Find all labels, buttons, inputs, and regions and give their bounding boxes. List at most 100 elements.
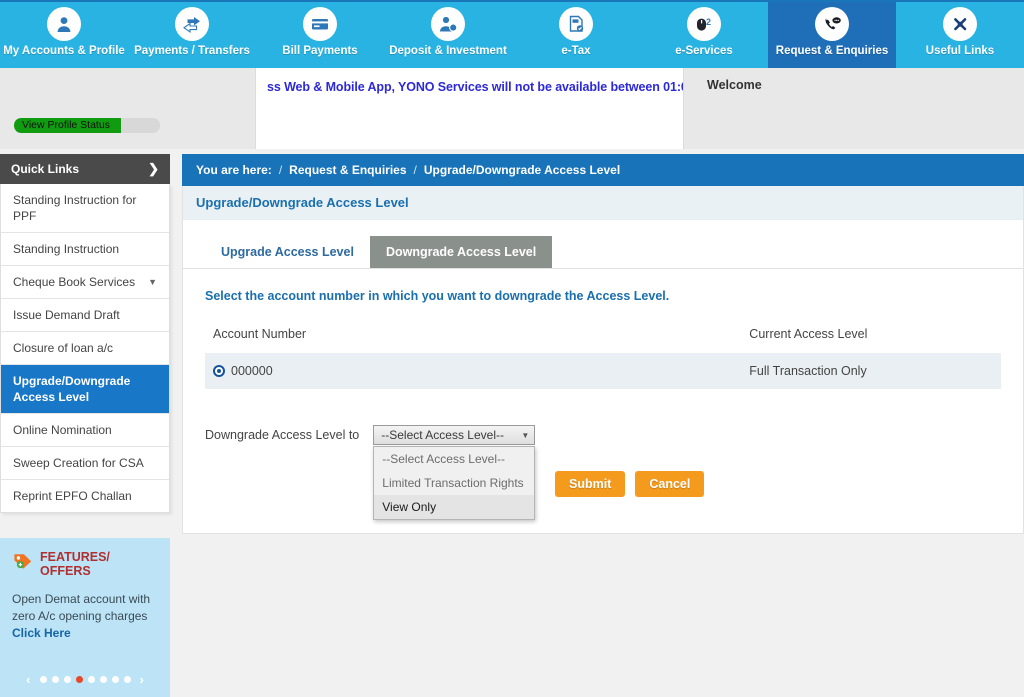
carousel-dot-8[interactable] [123,676,131,683]
sidebar-item-0[interactable]: Standing Instruction for PPF [1,184,169,233]
features-offers-title: FEATURES/ OFFERS [40,550,110,578]
cell-account-number: 000000 [205,353,332,389]
nav-item-e-services[interactable]: 2 e-Services [640,2,768,68]
svg-text:2: 2 [706,17,711,27]
column-header-current-access-level: Current Access Level [749,327,868,341]
chevron-down-icon: ▼ [521,430,530,440]
offer-line-2: zero A/c opening charges [12,609,148,623]
form-actions: Submit Cancel [555,471,705,497]
breadcrumb-prefix: You are here: [196,163,272,177]
sidebar-item-label: Cheque Book Services [13,275,136,289]
breadcrumb-separator: / [413,163,417,177]
cell-current-access-level: Full Transaction Only [331,353,1001,389]
chevron-down-icon: ▼ [148,277,157,287]
carousel-dot-1[interactable] [39,676,47,683]
sidebar-item-label: Standing Instruction for PPF [13,193,137,223]
offer-click-here-link[interactable]: Click Here [12,626,71,640]
sidebar-item-label: Online Nomination [13,423,112,437]
downgrade-form: Select the account number in which you w… [183,269,1023,520]
features-offers-body: Open Demat account with zero A/c opening… [12,591,158,642]
account-radio-button[interactable] [213,365,225,377]
tab-bar: Upgrade Access Level Downgrade Access Lev… [183,220,1023,269]
nav-label: Useful Links [925,45,995,57]
nav-item-deposit-investment[interactable]: Deposit & Investment [384,2,512,68]
table-row[interactable]: 000000 Full Transaction Only [205,353,1001,389]
offers-carousel: ‹ › [0,672,170,687]
sidebar-item-6[interactable]: Online Nomination [1,414,169,447]
sidebar-item-4[interactable]: Closure of loan a/c [1,332,169,365]
carousel-dot-5[interactable] [87,676,95,683]
nav-label: My Accounts & Profile [3,45,125,57]
sidebar-item-1[interactable]: Standing Instruction [1,233,169,266]
tab-0[interactable]: Upgrade Access Level [205,236,370,268]
nav-item-useful-links[interactable]: Useful Links [896,2,1024,68]
announcement-marquee: ss Web & Mobile App, YONO Services will … [256,68,684,149]
nav-label: Request & Enquiries [775,45,889,57]
sidebar-item-label: Issue Demand Draft [13,308,120,322]
access-level-option-2[interactable]: View Only [374,495,535,519]
transfer-arrows-icon [175,7,209,41]
sidebar-item-7[interactable]: Sweep Creation for CSA [1,447,169,480]
page-body: Quick Links ❯ Standing Instruction for P… [0,149,1024,697]
access-level-selected-value: --Select Access Level-- [381,428,504,442]
account-number-value: 000000 [231,364,273,378]
carousel-dot-3[interactable] [63,676,71,683]
tab-1[interactable]: Downgrade Access Level [369,236,553,268]
sidebar-item-2[interactable]: Cheque Book Services ▼ [1,266,169,299]
sidebar-item-5[interactable]: Upgrade/Downgrade Access Level [1,365,169,414]
carousel-prev-icon[interactable]: ‹ [22,672,34,687]
profile-status-progressbar[interactable]: View Profile Status [14,118,160,133]
offer-tag-icon [12,551,34,576]
carousel-dot-7[interactable] [111,676,119,683]
content-panel: Upgrade/Downgrade Access Level Upgrade A… [182,186,1024,534]
carousel-dots [39,676,131,683]
carousel-next-icon[interactable]: › [136,672,148,687]
breadcrumb-level-2: Upgrade/Downgrade Access Level [423,163,621,177]
profile-status-box: View Profile Status [0,68,256,149]
nav-item-bill-payments[interactable]: Bill Payments [256,2,384,68]
carousel-dot-2[interactable] [51,676,59,683]
main-content: You are here: / Request & Enquiries / Up… [182,154,1024,534]
phone-chat-icon [815,7,849,41]
cancel-button[interactable]: Cancel [635,471,705,497]
instruction-text: Select the account number in which you w… [205,289,670,303]
mouse-services-icon: 2 [687,7,721,41]
sidebar-item-3[interactable]: Issue Demand Draft [1,299,169,332]
submit-button[interactable]: Submit [555,471,626,497]
nav-item-payments-transfers[interactable]: Payments / Transfers [128,2,256,68]
nav-label: Deposit & Investment [389,45,507,57]
announcement-text: ss Web & Mobile App, YONO Services will … [267,80,684,94]
carousel-dot-6[interactable] [99,676,107,683]
nav-item-my-accounts-profile[interactable]: My Accounts & Profile [0,2,128,68]
panel-title-bar: Upgrade/Downgrade Access Level [183,186,1023,220]
nav-label: e-Services [675,45,733,57]
access-level-option-0[interactable]: --Select Access Level-- [374,447,534,471]
sidebar-item-label: Reprint EPFO Challan [13,489,132,503]
sidebar-item-label: Upgrade/Downgrade Access Level [13,374,131,404]
breadcrumb-separator: / [278,163,283,177]
useful-links-icon [943,7,977,41]
nav-item-request-enquiries[interactable]: Request & Enquiries [768,2,896,68]
offer-line-1: Open Demat account with [12,592,151,606]
carousel-dot-4[interactable] [75,676,83,683]
nav-item-e-tax[interactable]: e-Tax [512,2,640,68]
downgrade-level-row: Downgrade Access Level to --Select Acces… [205,425,1001,520]
user-icon [47,7,81,41]
bill-card-icon [303,7,337,41]
nav-label: e-Tax [561,45,591,57]
breadcrumb-level-1[interactable]: Request & Enquiries [289,163,406,177]
access-level-option-1[interactable]: Limited Transaction Rights [374,471,534,495]
quick-links-header[interactable]: Quick Links ❯ [0,154,170,184]
access-level-select[interactable]: --Select Access Level-- ▼ [373,425,536,445]
welcome-text: Welcome [707,78,762,92]
welcome-box: Welcome [684,68,1024,149]
nav-label: Bill Payments [282,45,358,57]
sidebar-item-8[interactable]: Reprint EPFO Challan [1,480,169,512]
features-offers-header: FEATURES/ OFFERS [12,550,158,578]
deposit-money-icon [431,7,465,41]
accounts-table: Account Number Current Access Level 0000… [205,327,1001,389]
quick-links-list: Standing Instruction for PPF Standing Ins… [0,184,170,513]
sidebar-item-label: Sweep Creation for CSA [13,456,144,470]
sidebar-item-label: Closure of loan a/c [13,341,114,355]
profile-status-label: View Profile Status [22,119,110,131]
